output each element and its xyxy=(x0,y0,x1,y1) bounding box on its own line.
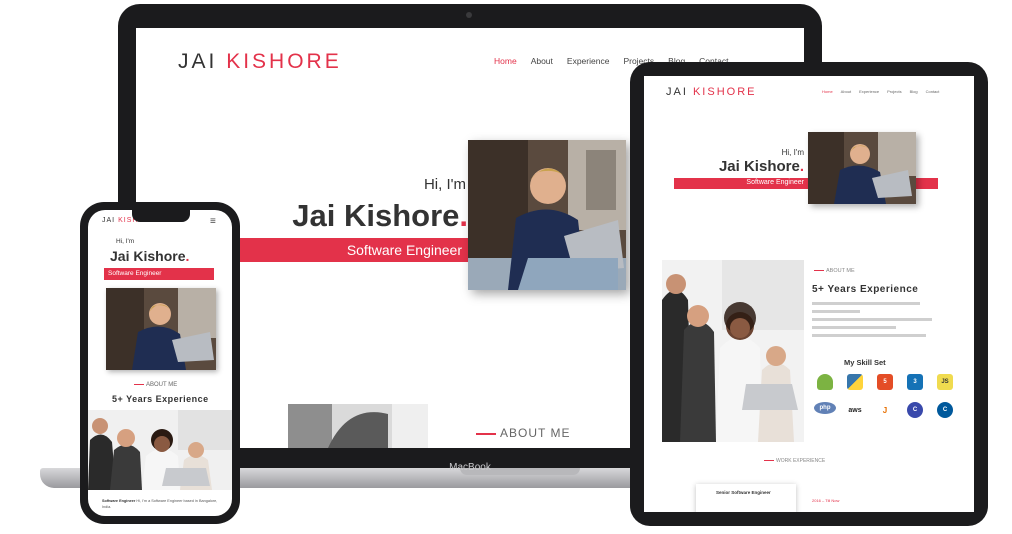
work-heading: WORK EXPERIENCE xyxy=(764,458,825,464)
hero-name-text: Jai Kishore xyxy=(110,248,186,264)
nav-home[interactable]: Home xyxy=(494,56,517,66)
device-mockup-stage: JAI KISHORE Home About Experience Projec… xyxy=(0,0,1012,534)
phone-notch xyxy=(132,210,190,222)
js-icon: JS xyxy=(937,374,953,390)
site-logo[interactable]: JAI KISHORE xyxy=(178,50,342,74)
hero-name-dot: . xyxy=(799,158,804,175)
work-label: WORK EXPERIENCE xyxy=(776,458,826,464)
aws-icon: aws xyxy=(847,402,863,418)
hero-photo xyxy=(808,132,916,204)
logo-first: JAI xyxy=(102,217,116,224)
nav-experience[interactable]: Experience xyxy=(567,56,610,66)
java-icon: J xyxy=(877,402,893,418)
hero-role: Software Engineer xyxy=(104,268,214,280)
hero-name-text: Jai Kishore xyxy=(292,198,460,233)
hero-name: Jai Kishore. xyxy=(110,248,189,264)
about-heading: ABOUT ME xyxy=(134,382,177,388)
nav-experience[interactable]: Experience xyxy=(859,89,879,94)
accent-line xyxy=(764,460,774,462)
hero-name-text: Jai Kishore xyxy=(718,158,800,175)
hero-name: Jai Kishore. xyxy=(684,158,804,175)
experience-title: 5+ Years Experience xyxy=(112,394,209,404)
php-icon: php xyxy=(814,402,836,414)
camera-icon xyxy=(466,12,472,18)
about-heading: ABOUT ME xyxy=(476,426,570,440)
cpp-icon: C xyxy=(937,402,953,418)
nav-home[interactable]: Home xyxy=(822,89,833,94)
logo-first: JAI xyxy=(178,50,218,73)
experience-card-title: Senior Software Engineer xyxy=(716,490,771,495)
logo-last: KISHORE xyxy=(226,50,342,73)
laptop-brand: MacBook xyxy=(449,462,491,473)
html5-icon: 5 xyxy=(877,374,893,390)
phone: JAI KISHORE ≡ Hi, I'm Jai Kishore. Softw… xyxy=(80,202,240,524)
nav-blog[interactable]: Blog xyxy=(910,89,918,94)
hero-greeting: Hi, I'm xyxy=(423,176,466,193)
hero-role: Software Engineer xyxy=(746,179,804,186)
about-label: ABOUT ME xyxy=(826,268,855,274)
hero-name-dot: . xyxy=(459,198,468,233)
tablet-screen: JAI KISHORE Home About Experience Projec… xyxy=(644,76,974,512)
experience-card-date: 2016 – Till Now xyxy=(812,498,840,503)
accent-line xyxy=(814,270,824,272)
c-icon: C xyxy=(907,402,923,418)
about-thumbnail xyxy=(288,404,428,448)
site-logo[interactable]: JAI KISHORE xyxy=(666,86,756,98)
about-paragraph xyxy=(812,302,932,342)
nav-contact[interactable]: Contact xyxy=(926,89,940,94)
about-label: ABOUT ME xyxy=(500,426,571,440)
logo-last: KISHORE xyxy=(692,86,757,98)
hamburger-menu-icon[interactable]: ≡ xyxy=(210,216,216,227)
about-heading: ABOUT ME xyxy=(814,268,855,274)
about-text-bold: Software Engineer xyxy=(102,499,136,503)
python-icon xyxy=(847,374,863,390)
skills-grid: 5 3 JS php aws J C C xyxy=(810,374,960,418)
hero-name: Jai Kishore. xyxy=(262,198,468,234)
about-label: ABOUT ME xyxy=(146,382,178,388)
accent-line xyxy=(134,383,144,385)
logo-first: JAI xyxy=(666,86,688,98)
nav-projects[interactable]: Projects xyxy=(887,89,901,94)
tablet: JAI KISHORE Home About Experience Projec… xyxy=(630,62,988,526)
phone-screen: JAI KISHORE ≡ Hi, I'm Jai Kishore. Softw… xyxy=(88,210,232,516)
experience-title: 5+ Years Experience xyxy=(812,284,919,295)
nav-about[interactable]: About xyxy=(531,56,553,66)
about-text: Software Engineer Hi, I'm a Software Eng… xyxy=(102,498,220,510)
nav-about[interactable]: About xyxy=(841,89,851,94)
skills-title: My Skill Set xyxy=(844,358,886,367)
team-photo xyxy=(88,410,232,490)
hero-greeting: Hi, I'm xyxy=(116,238,135,245)
css3-icon: 3 xyxy=(907,374,923,390)
hero-greeting: Hi, I'm xyxy=(781,148,804,157)
hero-photo xyxy=(106,288,216,370)
hero-role: Software Engineer xyxy=(236,238,472,262)
main-nav: Home About Experience Projects Blog Cont… xyxy=(822,89,939,94)
hero-photo xyxy=(468,140,626,290)
experience-card[interactable] xyxy=(696,484,796,512)
team-photo xyxy=(662,260,804,442)
hero-name-dot: . xyxy=(185,248,190,264)
android-icon xyxy=(817,374,833,390)
accent-line xyxy=(476,432,496,435)
